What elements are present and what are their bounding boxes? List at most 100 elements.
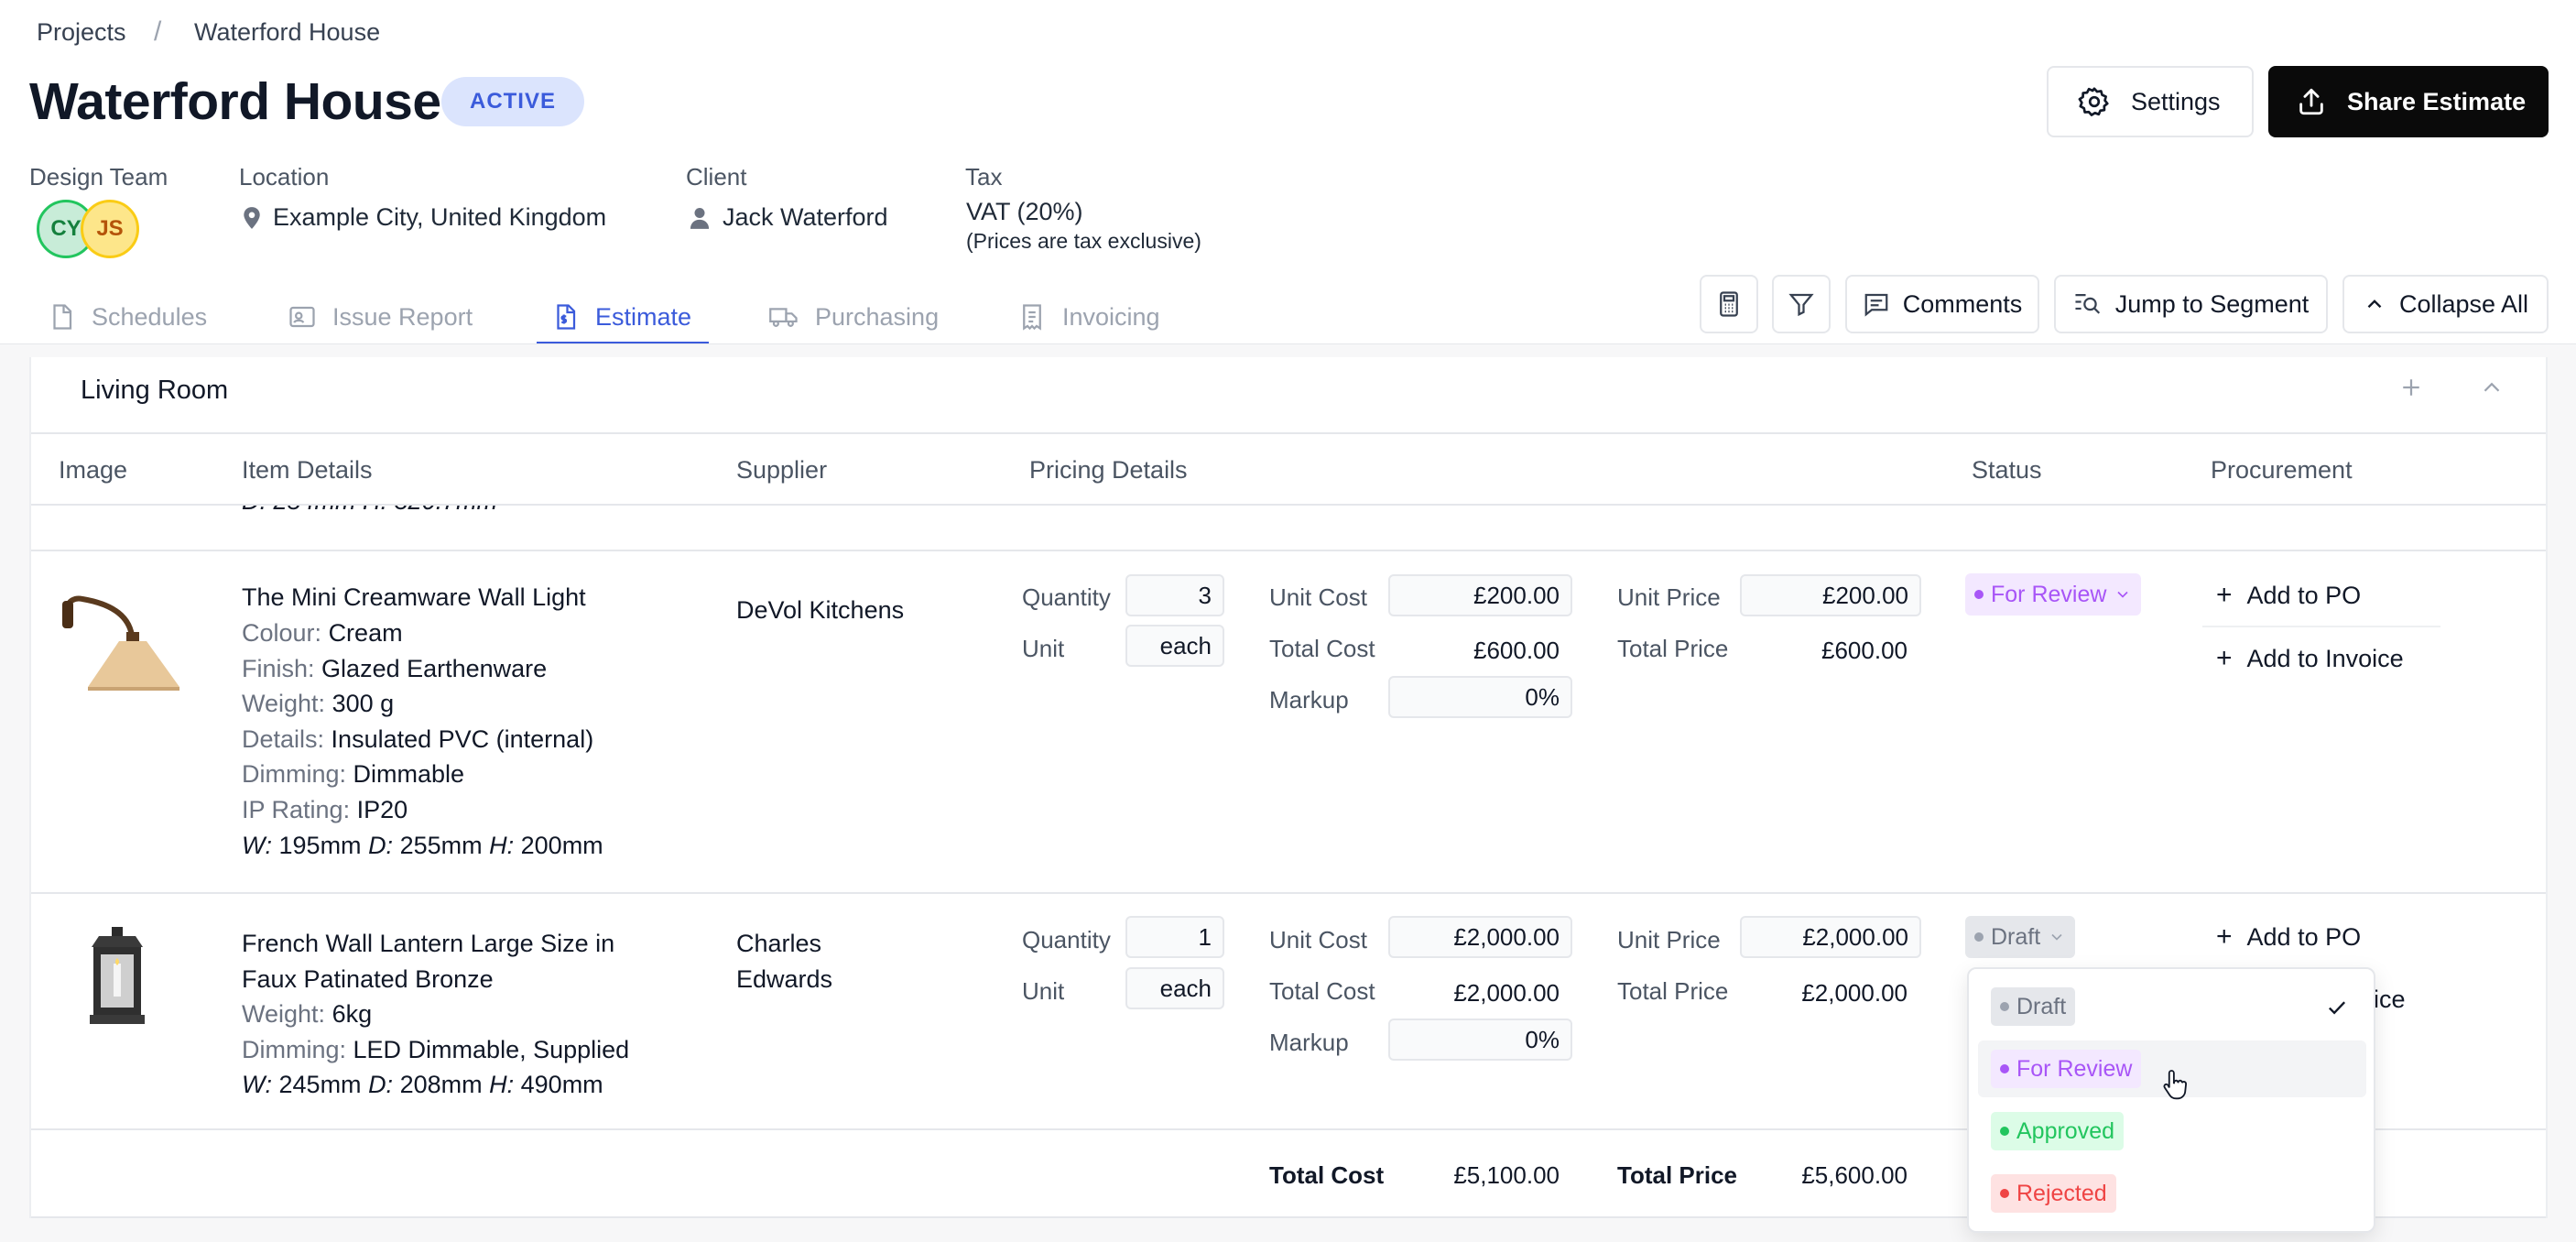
add-icon[interactable] bbox=[2397, 374, 2425, 401]
section-title: Living Room bbox=[81, 376, 229, 405]
plus-icon: + bbox=[2216, 643, 2233, 673]
add-to-invoice-label: ice bbox=[2374, 986, 2406, 1013]
settings-button[interactable]: Settings bbox=[2047, 66, 2254, 137]
breadcrumb-projects[interactable]: Projects bbox=[37, 18, 126, 47]
total-price-label: Total Price bbox=[1617, 635, 1729, 662]
status-dot bbox=[2000, 1189, 2009, 1198]
quantity-label: Quantity bbox=[1022, 583, 1111, 611]
tab-purchasing[interactable]: Purchasing bbox=[769, 291, 939, 343]
item-name-line: Faux Patinated Bronze bbox=[242, 964, 494, 993]
calculator-button[interactable] bbox=[1700, 275, 1758, 333]
dim-value: 255mm bbox=[399, 831, 483, 859]
dim-value: 208mm bbox=[399, 1071, 483, 1099]
supplier-name[interactable]: DeVol Kitchens bbox=[736, 596, 904, 625]
unit-input[interactable]: each bbox=[1125, 967, 1224, 1009]
wall-light-image[interactable] bbox=[57, 595, 185, 696]
attr-value: LED Dimmable, Supplied bbox=[353, 1035, 630, 1063]
add-to-invoice-button[interactable]: ice bbox=[2374, 986, 2406, 1014]
add-to-po-button[interactable]: + Add to PO bbox=[2216, 921, 2361, 953]
design-team-label: Design Team bbox=[29, 163, 168, 191]
plus-icon: + bbox=[2216, 580, 2233, 610]
unit-label: Unit bbox=[1022, 977, 1065, 1005]
clipped-row: D: 254mm H: 320.7mm bbox=[31, 506, 2546, 517]
comments-label: Comments bbox=[1902, 289, 2023, 318]
item-name: French Wall Lantern Large Size in Faux P… bbox=[242, 926, 614, 997]
total-price-summary-label: Total Price bbox=[1617, 1161, 1738, 1189]
settings-label: Settings bbox=[2131, 87, 2221, 115]
status-option-approved[interactable]: Approved bbox=[1978, 1103, 2366, 1160]
attr-value: Dimmable bbox=[353, 760, 465, 789]
tab-invoicing[interactable]: Invoicing bbox=[1018, 291, 1160, 343]
client-text: Jack Waterford bbox=[723, 203, 888, 231]
contact-card-icon bbox=[289, 306, 315, 328]
supplier-line: Charles bbox=[736, 930, 822, 957]
add-to-invoice-label: Add to Invoice bbox=[2246, 644, 2404, 672]
location-text: Example City, United Kingdom bbox=[273, 203, 607, 231]
status-option-label: Draft bbox=[2016, 993, 2067, 1019]
row-divider bbox=[31, 892, 2546, 894]
share-estimate-button[interactable]: Share Estimate bbox=[2268, 66, 2549, 137]
unit-label: Unit bbox=[1022, 635, 1065, 662]
status-option-draft[interactable]: Draft bbox=[1978, 978, 2366, 1035]
column-header-procurement: Procurement bbox=[2211, 456, 2353, 484]
tab-estimate[interactable]: Estimate bbox=[551, 291, 691, 343]
hand-cursor-icon bbox=[2163, 1070, 2188, 1100]
unit-price-input[interactable]: £2,000.00 bbox=[1740, 916, 1921, 958]
attr-key: IP Rating: bbox=[242, 795, 351, 823]
collapse-all-button[interactable]: Collapse All bbox=[2342, 275, 2549, 333]
filter-button[interactable] bbox=[1772, 275, 1831, 333]
project-status-badge: ACTIVE bbox=[441, 77, 584, 126]
breadcrumb-current: Waterford House bbox=[194, 18, 381, 46]
receipt-icon bbox=[1023, 304, 1041, 331]
avatar[interactable]: JS bbox=[81, 200, 139, 258]
add-to-invoice-button[interactable]: + Add to Invoice bbox=[2216, 643, 2404, 674]
client-value: Jack Waterford bbox=[690, 203, 888, 232]
status-option-rejected[interactable]: Rejected bbox=[1978, 1165, 2366, 1222]
status-dropdown[interactable]: For Review bbox=[1965, 573, 2142, 616]
status-option-label: For Review bbox=[2016, 1055, 2133, 1082]
jump-to-segment-button[interactable]: Jump to Segment bbox=[2054, 275, 2328, 333]
add-to-po-button[interactable]: + Add to PO bbox=[2216, 580, 2361, 611]
attr-value: Cream bbox=[328, 619, 403, 647]
attr-value: Insulated PVC (internal) bbox=[331, 724, 594, 753]
tab-issue-report[interactable]: Issue Report bbox=[288, 291, 473, 343]
column-header-image: Image bbox=[59, 456, 128, 484]
unit-cost-input[interactable]: £2,000.00 bbox=[1388, 916, 1572, 958]
attr-key: Dimming: bbox=[242, 1035, 347, 1063]
add-to-po-label: Add to PO bbox=[2246, 581, 2362, 609]
attr-key: Finish: bbox=[242, 654, 315, 682]
wall-lantern-image[interactable] bbox=[84, 927, 150, 1030]
unit-price-label: Unit Price bbox=[1617, 583, 1721, 611]
status-chip: For Review bbox=[1991, 1050, 2142, 1088]
search-list-icon bbox=[2075, 294, 2100, 314]
supplier-name[interactable]: Charles Edwards bbox=[736, 926, 832, 997]
markup-input[interactable]: 0% bbox=[1388, 676, 1572, 718]
jump-to-segment-label: Jump to Segment bbox=[2114, 289, 2310, 318]
comments-button[interactable]: Comments bbox=[1845, 275, 2039, 333]
status-dropdown[interactable]: Draft bbox=[1965, 916, 2076, 958]
attr-key: Dimming: bbox=[242, 760, 347, 789]
dim-label: W: bbox=[242, 1071, 272, 1099]
markup-label: Markup bbox=[1269, 1029, 1349, 1056]
quantity-input[interactable]: 1 bbox=[1125, 916, 1224, 958]
file-icon bbox=[53, 304, 72, 330]
unit-input[interactable]: each bbox=[1125, 625, 1224, 667]
dim-label: W: bbox=[242, 831, 272, 859]
breadcrumb-separator: / bbox=[154, 16, 162, 47]
item-name: The Mini Creamware Wall Light bbox=[242, 583, 586, 611]
client-label: Client bbox=[686, 163, 747, 191]
status-dot bbox=[2000, 1064, 2009, 1073]
tab-schedules[interactable]: Schedules bbox=[48, 291, 207, 343]
unit-cost-input[interactable]: £200.00 bbox=[1388, 574, 1572, 616]
tab-invoicing-label: Invoicing bbox=[1062, 302, 1160, 331]
chevron-up-icon[interactable] bbox=[2478, 374, 2505, 401]
unit-price-input[interactable]: £200.00 bbox=[1740, 574, 1921, 616]
quantity-input[interactable]: 3 bbox=[1125, 574, 1224, 616]
dim-label: H: bbox=[489, 831, 515, 859]
dim-label: D: bbox=[368, 1071, 394, 1099]
filter-icon bbox=[1788, 293, 1814, 317]
tab-issue-report-label: Issue Report bbox=[332, 302, 473, 331]
markup-input[interactable]: 0% bbox=[1388, 1019, 1572, 1061]
item-name-line: French Wall Lantern Large Size in bbox=[242, 930, 615, 957]
unit-cost-label: Unit Cost bbox=[1269, 926, 1367, 953]
